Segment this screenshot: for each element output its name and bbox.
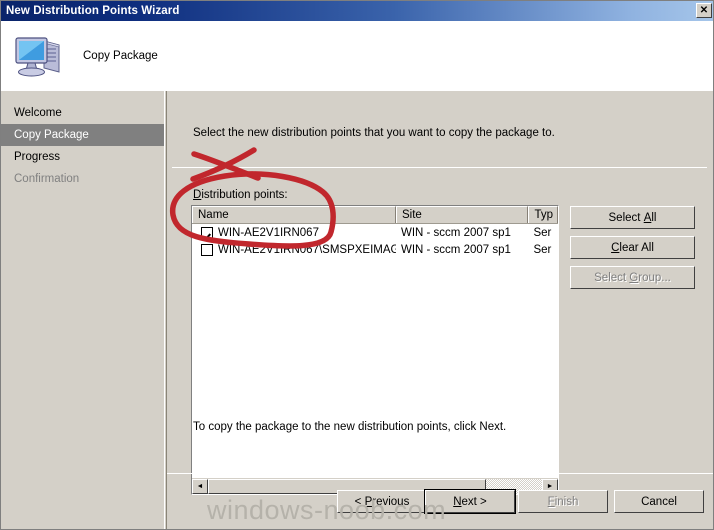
clear-all-button[interactable]: Clear All bbox=[570, 236, 695, 259]
table-row[interactable]: WIN-AE2V1IRN067 WIN - sccm 2007 sp1 Ser bbox=[192, 224, 558, 241]
list-header-row: Name Site Typ bbox=[192, 206, 558, 224]
column-header-site[interactable]: Site bbox=[396, 206, 529, 223]
cell-name: WIN-AE2V1IRN067 bbox=[192, 226, 396, 239]
sidebar-item-label: Welcome bbox=[14, 107, 62, 119]
wizard-window: New Distribution Points Wizard ✕ Copy Pa… bbox=[0, 0, 714, 530]
bottom-note-text: To copy the package to the new distribut… bbox=[193, 421, 507, 433]
server-computer-icon bbox=[13, 32, 65, 80]
cell-type: Ser bbox=[533, 243, 552, 256]
sidebar-item-label: Confirmation bbox=[14, 173, 80, 185]
cell-name: WIN-AE2V1IRN067\SMSPXEIMAGES$ bbox=[192, 243, 396, 256]
distribution-points-list[interactable]: Name Site Typ WIN-AE2V1IRN067 WIN - sccm… bbox=[191, 205, 559, 495]
next-label: Next > bbox=[453, 495, 487, 508]
cell-type: Ser bbox=[533, 226, 552, 239]
title-bar: New Distribution Points Wizard ✕ bbox=[1, 1, 713, 21]
row-checkbox[interactable] bbox=[201, 243, 213, 256]
select-group-button: Select Group... bbox=[570, 266, 695, 289]
row-checkbox[interactable] bbox=[201, 226, 213, 239]
sidebar-item-label: Progress bbox=[14, 151, 61, 163]
cancel-button[interactable]: Cancel bbox=[614, 490, 704, 513]
instruction-text: Select the new distribution points that … bbox=[193, 127, 555, 139]
cell-site: WIN - sccm 2007 sp1 bbox=[400, 243, 511, 256]
content-pane: Select the new distribution points that … bbox=[166, 91, 713, 529]
next-button[interactable]: Next > bbox=[424, 489, 516, 514]
sidebar-item-copy-package[interactable]: Copy Package bbox=[1, 124, 164, 146]
select-all-button[interactable]: Select All bbox=[570, 206, 695, 229]
finish-label: Finish bbox=[547, 495, 579, 508]
column-header-type[interactable]: Typ bbox=[528, 206, 558, 223]
select-all-label: Select All bbox=[608, 211, 657, 224]
wizard-header: Copy Package bbox=[1, 21, 713, 91]
divider-bottom bbox=[167, 473, 713, 474]
cell-site: WIN - sccm 2007 sp1 bbox=[400, 226, 511, 239]
page-title: Copy Package bbox=[83, 50, 158, 62]
sidebar-item-confirmation: Confirmation bbox=[1, 168, 164, 190]
close-icon[interactable]: ✕ bbox=[696, 3, 712, 18]
clear-all-label: Clear All bbox=[611, 241, 654, 254]
select-group-label: Select Group... bbox=[594, 271, 671, 284]
wizard-steps-sidebar: Welcome Copy Package Progress Confirmati… bbox=[1, 91, 165, 529]
previous-label: < Previous bbox=[354, 495, 410, 508]
cell-name-text: WIN-AE2V1IRN067\SMSPXEIMAGES$ bbox=[218, 243, 396, 256]
cell-name-text: WIN-AE2V1IRN067 bbox=[218, 226, 319, 239]
sidebar-item-progress[interactable]: Progress bbox=[1, 146, 164, 168]
finish-button: Finish bbox=[518, 490, 608, 513]
column-header-name[interactable]: Name bbox=[192, 206, 396, 223]
list-body: WIN-AE2V1IRN067 WIN - sccm 2007 sp1 Ser … bbox=[192, 224, 558, 476]
previous-button[interactable]: < Previous bbox=[337, 490, 427, 513]
table-row[interactable]: WIN-AE2V1IRN067\SMSPXEIMAGES$ WIN - sccm… bbox=[192, 241, 558, 258]
cancel-label: Cancel bbox=[641, 495, 677, 508]
sidebar-item-welcome[interactable]: Welcome bbox=[1, 102, 164, 124]
label-rest: istribution points: bbox=[201, 189, 288, 201]
scroll-left-icon[interactable]: ◄ bbox=[192, 478, 208, 494]
divider-top bbox=[172, 167, 707, 168]
window-title: New Distribution Points Wizard bbox=[6, 5, 180, 17]
sidebar-item-label: Copy Package bbox=[14, 129, 89, 141]
distribution-points-label: Distribution points: bbox=[193, 189, 288, 201]
